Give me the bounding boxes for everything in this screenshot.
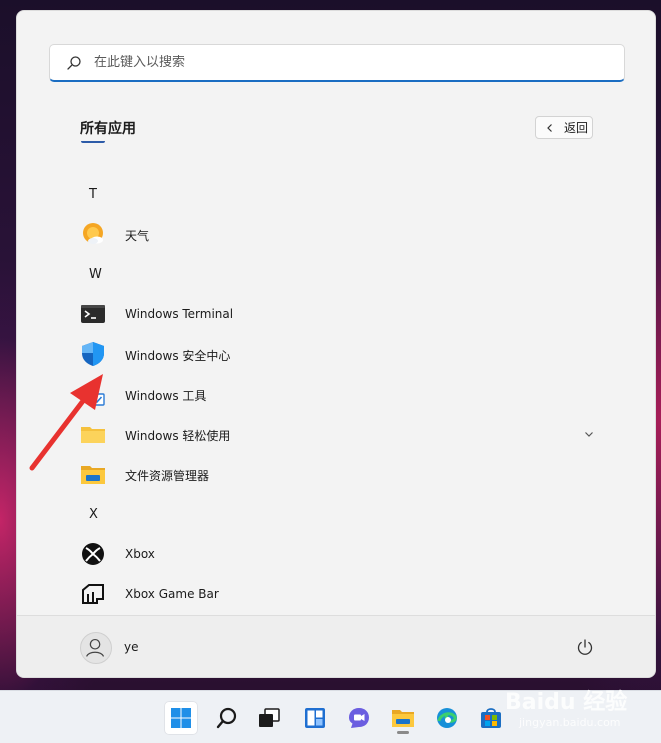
start-icon <box>171 708 191 728</box>
taskbar-file-explorer-button[interactable] <box>386 701 420 735</box>
task-view-icon <box>259 708 280 727</box>
chat-icon <box>349 708 369 728</box>
baidu-watermark: Baidu 经验 jingyan.baidu.com <box>505 676 655 740</box>
app-label: 文件资源管理器 <box>125 469 210 483</box>
search-icon <box>216 707 237 729</box>
list-item-windows-tools[interactable]: Windows 工具 <box>17 374 655 414</box>
taskbar-chat-button[interactable] <box>342 701 376 735</box>
search-icon <box>67 55 81 70</box>
search-input[interactable] <box>94 55 574 70</box>
list-item-file-explorer[interactable]: 文件资源管理器 <box>17 454 655 494</box>
taskbar-edge-button[interactable] <box>430 701 464 735</box>
power-icon[interactable] <box>576 638 594 656</box>
user-icon <box>86 638 105 657</box>
taskbar-store-button[interactable] <box>474 701 508 735</box>
list-item-weather[interactable]: 天气 <box>17 214 655 254</box>
weather-icon <box>83 223 103 244</box>
app-label: Windows Terminal <box>125 307 234 321</box>
folder-icon <box>81 427 105 443</box>
start-menu: 所有应用 返回 T 天气 W <box>16 10 656 678</box>
letter-header-t[interactable]: T <box>89 187 97 202</box>
list-item-partial[interactable] <box>17 141 655 153</box>
taskbar-start-button[interactable] <box>164 701 198 735</box>
terminal-icon <box>81 305 105 323</box>
list-item-xbox[interactable]: Xbox <box>17 534 655 574</box>
start-footer: ye <box>17 616 655 677</box>
avatar[interactable] <box>80 632 112 664</box>
back-button[interactable]: 返回 <box>535 116 593 139</box>
app-icon <box>81 141 105 143</box>
taskbar-task-view-button[interactable] <box>252 701 286 735</box>
watermark-brand: Baidu 经验 <box>505 690 628 715</box>
app-label: Windows 工具 <box>125 389 207 403</box>
taskbar-widgets-button[interactable] <box>298 701 332 735</box>
chevron-left-icon <box>547 123 552 132</box>
letter-header-w[interactable]: W <box>89 267 102 282</box>
store-icon <box>481 708 501 728</box>
all-apps-title: 所有应用 <box>80 121 136 137</box>
app-label: Xbox Game Bar <box>125 587 219 601</box>
back-button-label: 返回 <box>564 121 589 135</box>
windows-tools-icon <box>82 382 105 406</box>
user-name[interactable]: ye <box>124 640 138 654</box>
app-label: Windows 安全中心 <box>125 349 231 363</box>
app-label: Xbox <box>125 547 155 561</box>
shield-icon <box>82 342 104 366</box>
app-list[interactable]: T 天气 W Windows Terminal Windows 安全中心 Win… <box>17 141 655 613</box>
watermark-url: jingyan.baidu.com <box>519 716 621 729</box>
list-item-windows-security[interactable]: Windows 安全中心 <box>17 334 655 374</box>
xbox-icon <box>82 543 104 565</box>
edge-icon <box>437 708 457 728</box>
chevron-down-icon[interactable] <box>583 428 595 440</box>
app-label: 天气 <box>125 229 150 243</box>
widgets-icon <box>305 708 325 728</box>
search-box[interactable] <box>49 44 625 82</box>
list-item-windows-terminal[interactable]: Windows Terminal <box>17 294 655 334</box>
list-item-xbox-game-bar[interactable]: Xbox Game Bar <box>17 574 655 613</box>
taskbar-search-button[interactable] <box>210 701 244 735</box>
running-indicator <box>397 731 409 734</box>
app-label: Windows 轻松使用 <box>125 429 231 443</box>
file-explorer-icon <box>81 466 105 484</box>
file-explorer-icon <box>392 710 414 727</box>
letter-header-x[interactable]: X <box>89 507 98 522</box>
xbox-game-bar-icon <box>82 584 104 604</box>
list-item-windows-ease-of-access[interactable]: Windows 轻松使用 <box>17 414 655 454</box>
